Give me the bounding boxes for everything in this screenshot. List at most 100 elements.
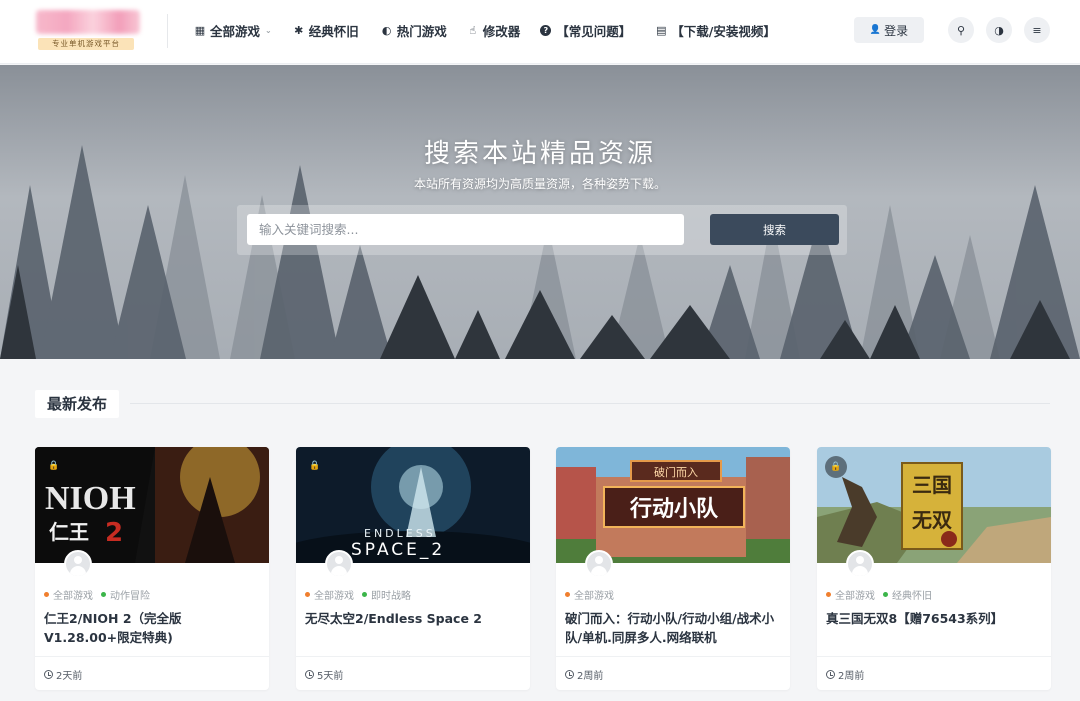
nav-item-5[interactable]: ▤ 【下载/安装视频】 <box>655 21 776 40</box>
flame-icon: ◐ <box>381 23 392 37</box>
card-footer: 2天前 <box>35 656 269 690</box>
nav-item-label: 全部游戏 <box>210 23 261 39</box>
tag-dot-icon <box>826 592 831 597</box>
card-footer: 2周前 <box>556 656 790 690</box>
menu-icon: ≡ <box>1032 23 1042 37</box>
logo-blurred-mark <box>36 10 140 34</box>
game-card[interactable]: 三国 无双 真三国无双8🔒全部游戏经典怀旧真三国无双8【赠76543系列】2周前 <box>817 447 1051 690</box>
tag-dot-icon <box>305 592 310 597</box>
category-tag-label: 全部游戏 <box>314 591 354 602</box>
post-time: 5天前 <box>305 667 343 682</box>
hero-search-bar: 搜索 <box>237 205 847 255</box>
author-avatar[interactable] <box>64 550 92 578</box>
lock-icon: 🔒 <box>309 461 321 471</box>
search-submit-button[interactable]: 搜索 <box>710 214 839 245</box>
tag-dot-icon <box>883 592 888 597</box>
svg-text:三国: 三国 <box>912 473 952 497</box>
search-button[interactable]: ⚲ <box>948 17 974 43</box>
nav-item-label: 经典怀旧 <box>308 23 359 39</box>
nav-item-3[interactable]: ☝ 修改器 <box>467 21 520 40</box>
clock-icon <box>565 670 574 679</box>
category-tag-label: 动作冒险 <box>110 591 150 602</box>
game-title-link[interactable]: 真三国无双8【赠76543系列】 <box>826 609 1042 628</box>
game-title-link[interactable]: 仁王2/NIOH 2（完全版V1.28.00+限定特典) <box>44 609 260 647</box>
post-time-label: 5天前 <box>317 671 344 682</box>
post-time: 2周前 <box>826 667 864 682</box>
section-heading-latest: 最新发布 <box>35 390 120 418</box>
clock-icon <box>305 670 314 679</box>
game-card[interactable]: NIOH 仁王 2NIOH 仁王2🔒 全部游戏 动作冒险仁王2/NIOH 2（完全版… <box>35 447 269 690</box>
login-label: 登录 <box>884 23 909 38</box>
category-tag[interactable]: 全部游戏 <box>565 587 614 602</box>
svg-text:行动小队: 行动小队 <box>629 496 719 522</box>
search-icon: ⚲ <box>956 23 966 37</box>
game-card[interactable]: ENDLESS SPACE_2ENDLESS SPACE_2🔒 全部游戏 即时战略无… <box>296 447 530 690</box>
film-icon: ▤ <box>656 23 667 37</box>
author-avatar[interactable] <box>325 550 353 578</box>
category-tag[interactable]: 全部游戏 <box>826 587 875 602</box>
main-nav: ▦ 全部游戏 ⌄ ✱ 经典怀旧 ◐ 热门游戏 ☝ 修改器? 【常见问题】 ▤ 【下载/安装视频】 <box>194 0 776 60</box>
game-thumbnail[interactable]: ENDLESS SPACE_2ENDLESS SPACE_2 <box>296 447 530 563</box>
hero-subtitle: 本站所有资源均为高质量资源，各种姿势下载。 <box>413 177 666 191</box>
post-time-label: 2周前 <box>838 671 865 682</box>
category-tags: 全部游戏 动作冒险 <box>44 587 158 602</box>
game-title-link[interactable]: 破门而入：行动小队/行动小组/战术小队/单机.同屏多人.网络联机 <box>565 609 781 647</box>
lock-icon: 🔒 <box>825 456 847 478</box>
category-tag-label: 经典怀旧 <box>892 591 932 602</box>
author-avatar[interactable] <box>846 550 874 578</box>
svg-text:仁王: 仁王 <box>49 520 89 544</box>
category-tag[interactable]: 全部游戏 <box>305 587 354 602</box>
login-button[interactable]: 👤 登录 <box>854 17 924 43</box>
theme-toggle-button[interactable]: ◑ <box>986 17 1012 43</box>
chevron-down-icon: ⌄ <box>265 25 272 35</box>
clock-icon <box>44 670 53 679</box>
svg-text:无双: 无双 <box>912 508 952 532</box>
hero-title: 搜索本站精品资源 <box>423 139 656 169</box>
nav-item-label: 【常见问题】 <box>556 23 632 39</box>
svg-text:ENDLESS: ENDLESS <box>364 527 436 540</box>
header-divider <box>167 14 168 48</box>
tag-dot-icon <box>565 592 570 597</box>
svg-text:破门而入: 破门而入 <box>654 465 698 479</box>
question-circle-icon: ? <box>540 24 552 36</box>
tag-dot-icon <box>101 592 106 597</box>
header-actions: 👤 登录 ⚲ ◑ ≡ <box>854 16 1050 44</box>
card-footer: 2周前 <box>817 656 1051 690</box>
nav-item-1[interactable]: ✱ 经典怀旧 <box>293 21 359 40</box>
grid-icon: ▦ <box>194 23 206 37</box>
category-tag[interactable]: 即时战略 <box>362 587 411 602</box>
site-logo[interactable]: 专业单机游戏平台 <box>36 10 140 52</box>
nav-item-label: 【下载/安装视频】 <box>671 23 776 39</box>
nav-item-2[interactable]: ◐ 热门游戏 <box>381 21 447 40</box>
nav-item-label: 热门游戏 <box>396 23 447 39</box>
avatar-placeholder-icon <box>848 552 872 576</box>
game-thumbnail[interactable]: NIOH 仁王 2NIOH 仁王2 <box>35 447 269 563</box>
nav-item-0[interactable]: ▦ 全部游戏 ⌄ <box>194 21 272 40</box>
post-time-label: 2天前 <box>56 671 83 682</box>
category-tag[interactable]: 全部游戏 <box>44 587 93 602</box>
logo-tagline: 专业单机游戏平台 <box>38 38 134 50</box>
author-avatar[interactable] <box>585 550 613 578</box>
theme-toggle-icon: ◑ <box>994 23 1004 37</box>
nav-item-4[interactable]: ? 【常见问题】 <box>540 21 631 40</box>
avatar-placeholder-icon <box>327 552 351 576</box>
category-tag[interactable]: 经典怀旧 <box>883 587 932 602</box>
asterisk-icon: ✱ <box>294 23 304 37</box>
game-thumbnail[interactable]: 破门而入 行动小队破门而入 行动小队 <box>556 447 790 563</box>
tag-dot-icon <box>44 592 49 597</box>
clock-icon <box>826 670 835 679</box>
avatar-placeholder-icon <box>66 552 90 576</box>
post-time: 2天前 <box>44 667 82 682</box>
thumbs-up-icon: ☝ <box>469 23 477 37</box>
post-time: 2周前 <box>565 667 603 682</box>
section-divider <box>130 403 1050 404</box>
menu-button[interactable]: ≡ <box>1024 17 1050 43</box>
svg-text:SPACE_2: SPACE_2 <box>351 540 445 560</box>
game-title-link[interactable]: 无尽太空2/Endless Space 2 <box>305 609 521 628</box>
category-tag[interactable]: 动作冒险 <box>101 587 150 602</box>
search-input[interactable] <box>247 214 684 245</box>
game-card[interactable]: 破门而入 行动小队破门而入 行动小队全部游戏破门而入：行动小队/行动小组/战术小… <box>556 447 790 690</box>
category-tag-label: 全部游戏 <box>835 591 875 602</box>
game-thumbnail[interactable]: 三国 无双 真三国无双8 <box>817 447 1051 563</box>
lock-icon: 🔒 <box>48 461 60 471</box>
